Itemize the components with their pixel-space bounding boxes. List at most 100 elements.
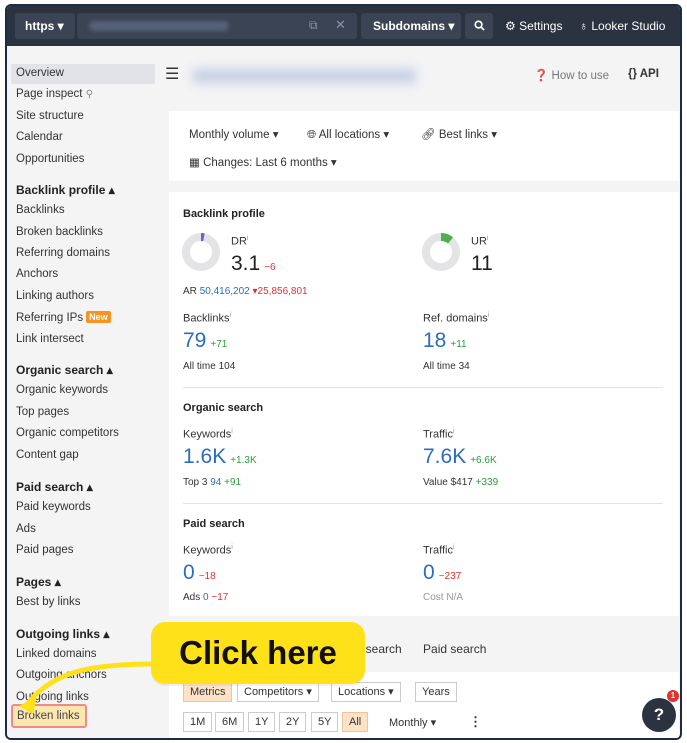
blurred-url xyxy=(89,21,229,31)
open-external-icon[interactable]: ⧉ xyxy=(309,18,318,33)
paid-traffic-delta: −237 xyxy=(438,571,462,582)
sidebar-item-referring-ips[interactable]: Referring IPs New xyxy=(16,311,111,324)
sidebar-section-backlink-profile[interactable]: Backlink profile ▴ xyxy=(16,183,115,197)
range-1y[interactable]: 1Y xyxy=(248,712,276,732)
section-title-backlink-profile: Backlink profile xyxy=(183,208,265,220)
sidebar-item-broken-backlinks[interactable]: Broken backlinks xyxy=(16,226,103,238)
traffic-label: Traffici xyxy=(423,428,455,441)
ref-domains-alltime: All time 34 xyxy=(423,361,470,372)
ar-row: AR 50,416,202 ▾25,856,801 xyxy=(183,286,308,297)
range-5y[interactable]: 5Y xyxy=(311,712,339,732)
ads-row: Ads 0 −17 xyxy=(183,592,229,603)
dr-ring xyxy=(182,233,220,271)
looker-studio-button[interactable]: ♁ Looker Studio xyxy=(579,19,665,33)
changes-dropdown[interactable]: ▦ Changes: Last 6 months ▾ xyxy=(189,155,337,169)
sidebar-section-organic-search[interactable]: Organic search ▴ xyxy=(16,363,113,377)
paid-traffic-label: Traffici xyxy=(423,544,455,557)
overview-card: Backlink profile DRi 3.1 −6 AR 50,416,202… xyxy=(169,192,679,616)
years-button[interactable]: Years xyxy=(415,682,457,702)
metrics-button[interactable]: Metrics xyxy=(183,682,233,702)
sidebar-section-pages[interactable]: Pages ▴ xyxy=(16,575,61,589)
how-to-use-link[interactable]: ❓ How to use xyxy=(534,68,609,82)
paid-traffic-value[interactable]: 0 −237 xyxy=(423,561,461,585)
paid-keywords-value[interactable]: 0 −18 xyxy=(183,561,216,585)
search-icon: ⚲ xyxy=(85,89,94,100)
blurred-site-title xyxy=(192,68,417,84)
divider xyxy=(183,387,663,388)
mode-dropdown[interactable]: Subdomains ▾ xyxy=(361,13,461,39)
top-bar: https ▾ ⧉ ✕ Subdomains ▾ ⚙ Settings ♁ Lo… xyxy=(7,6,680,46)
sidebar-item-referring-domains[interactable]: Referring domains xyxy=(16,247,110,259)
range-1m[interactable]: 1M xyxy=(183,712,213,732)
callout-arrow xyxy=(19,661,158,714)
sidebar-section-outgoing-links[interactable]: Outgoing links ▴ xyxy=(16,627,109,641)
calendar-icon: ▦ xyxy=(189,157,200,169)
sidebar-item-best-by-links[interactable]: Best by links xyxy=(16,596,81,608)
sidebar-item-ads[interactable]: Ads xyxy=(16,523,36,535)
sidebar-item-linking-authors[interactable]: Linking authors xyxy=(16,290,94,302)
sidebar-item-organic-keywords[interactable]: Organic keywords xyxy=(16,384,108,396)
backlinks-alltime: All time 104 xyxy=(183,361,236,372)
sidebar-item-top-pages[interactable]: Top pages xyxy=(16,406,69,418)
link-icon: 🔗︎ xyxy=(421,129,436,141)
tab-paid-search[interactable]: Paid search xyxy=(423,642,486,656)
sidebar-item-site-structure[interactable]: Site structure xyxy=(16,110,84,122)
range-6m[interactable]: 6M xyxy=(215,712,245,732)
sidebar-item-overview[interactable]: Overview xyxy=(16,67,64,79)
filters-card: Monthly volume ▾ 🌐︎ All locations ▾ 🔗︎ B… xyxy=(169,111,679,181)
sidebar-item-opportunities[interactable]: Opportunities xyxy=(16,153,84,165)
monthly-volume-dropdown[interactable]: Monthly volume ▾ xyxy=(189,127,279,141)
settings-label: Settings xyxy=(519,19,563,33)
competitors-dropdown[interactable]: Competitors ▾ xyxy=(237,682,319,702)
keywords-label: Keywordsi xyxy=(183,428,233,441)
more-options-icon[interactable]: ⋮ xyxy=(469,714,482,730)
sidebar-item-backlinks[interactable]: Backlinks xyxy=(16,204,65,216)
backlinks-value[interactable]: 79 +71 xyxy=(183,329,227,353)
api-link[interactable]: {} API xyxy=(628,68,659,80)
how-to-use-label: How to use xyxy=(551,70,610,82)
help-button[interactable]: ? xyxy=(642,698,676,732)
sidebar-item-link-intersect[interactable]: Link intersect xyxy=(16,333,84,345)
notification-badge: 1 xyxy=(667,690,679,702)
chart-tabs: nic search Paid search xyxy=(347,642,504,656)
traffic-value[interactable]: 7.6K +6.6K xyxy=(423,445,497,469)
section-title-organic-search: Organic search xyxy=(183,402,264,414)
keywords-value[interactable]: 1.6K +1.3K xyxy=(183,445,257,469)
paid-keywords-delta: −18 xyxy=(198,571,216,582)
sidebar-item-content-gap[interactable]: Content gap xyxy=(16,449,79,461)
looker-icon: ♁ xyxy=(579,19,588,33)
divider xyxy=(183,503,663,504)
protocol-dropdown[interactable]: https ▾ xyxy=(15,13,75,39)
dr-value: 3.1 −6 xyxy=(231,252,276,275)
sidebar-item-label: Page inspect xyxy=(16,88,83,100)
clear-icon[interactable]: ✕ xyxy=(335,17,346,33)
globe-icon: 🌐︎ xyxy=(307,129,317,141)
sidebar-item-anchors[interactable]: Anchors xyxy=(16,268,58,280)
sidebar-item-organic-competitors[interactable]: Organic competitors xyxy=(16,427,119,439)
dr-delta: −6 xyxy=(264,262,276,273)
menu-icon[interactable]: ☰ xyxy=(165,64,179,84)
gear-icon: ⚙ xyxy=(505,19,516,33)
interval-dropdown[interactable]: Monthly ▾ xyxy=(389,716,436,729)
top3-row: Top 3 94 +91 xyxy=(183,477,242,488)
range-2y[interactable]: 2Y xyxy=(279,712,307,732)
sidebar-item-paid-keywords[interactable]: Paid keywords xyxy=(16,501,91,513)
settings-button[interactable]: ⚙ Settings xyxy=(505,19,562,33)
section-title-paid-search: Paid search xyxy=(183,518,245,530)
best-links-dropdown[interactable]: 🔗︎ Best links ▾ xyxy=(421,127,497,141)
paid-keywords-label: Keywordsi xyxy=(183,544,233,557)
search-button[interactable] xyxy=(465,13,493,39)
sidebar-section-paid-search[interactable]: Paid search ▴ xyxy=(16,480,93,494)
search-icon xyxy=(473,20,485,31)
sidebar-item-page-inspect[interactable]: Page inspect ⚲ xyxy=(16,88,93,100)
new-badge: New xyxy=(86,311,111,323)
ref-domains-value[interactable]: 18 +11 xyxy=(423,329,467,353)
locations-dropdown[interactable]: 🌐︎ All locations ▾ xyxy=(307,127,389,142)
range-all[interactable]: All xyxy=(342,712,369,732)
sidebar-item-paid-pages[interactable]: Paid pages xyxy=(16,544,74,556)
ur-label: URi xyxy=(471,235,489,248)
backlinks-label: Backlinksi xyxy=(183,312,232,325)
sidebar-item-calendar[interactable]: Calendar xyxy=(16,131,63,143)
keywords-delta: +1.3K xyxy=(230,455,257,466)
locations-chart-dropdown[interactable]: Locations ▾ xyxy=(331,682,401,702)
